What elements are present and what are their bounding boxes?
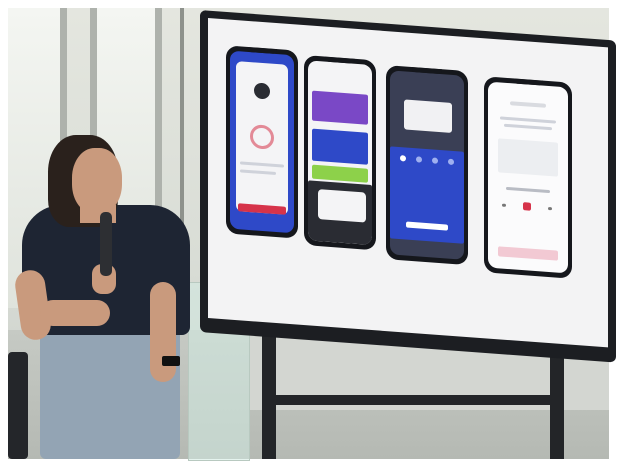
card-purple <box>312 90 368 125</box>
tv-screen <box>208 18 608 348</box>
dialog-card <box>404 99 452 133</box>
tv-stand-crossbar <box>262 395 564 405</box>
phone-mockup-1 <box>226 45 298 239</box>
microphone-icon <box>100 212 112 276</box>
chair-left <box>8 352 28 459</box>
app-pink-button <box>498 246 558 261</box>
presentation-photo <box>0 0 617 467</box>
person-right-arm <box>150 282 176 382</box>
phone-mockup-2 <box>304 55 376 251</box>
record-icon <box>523 202 531 211</box>
phone-mockup-3 <box>386 65 468 266</box>
tv-stand-leg-left <box>262 318 276 459</box>
card-blue <box>312 128 368 165</box>
card-green <box>312 164 368 183</box>
avatar <box>254 82 270 100</box>
person-forearm <box>40 300 110 326</box>
watch-icon <box>162 356 180 366</box>
phone-mockup-4 <box>484 76 572 279</box>
popup-card <box>318 189 366 223</box>
